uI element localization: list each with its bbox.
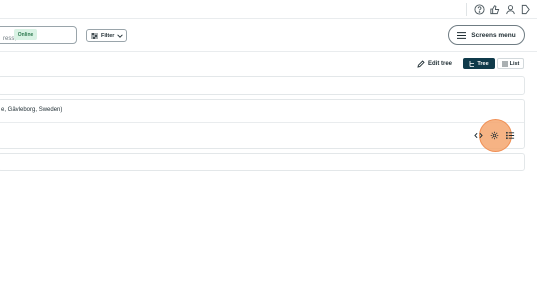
pencil-icon: [417, 60, 425, 68]
list-view-tab[interactable]: List: [497, 58, 524, 69]
bookmark-icon[interactable]: [520, 4, 531, 15]
tree-view-tab[interactable]: Tree: [463, 58, 495, 69]
search-box[interactable]: [0, 26, 77, 47]
filter-label: Filter: [101, 32, 115, 39]
filter-icon: [91, 32, 98, 39]
list-view-label: List: [509, 60, 520, 67]
code-icon[interactable]: [474, 131, 483, 140]
tree-view-label: Tree: [477, 60, 489, 67]
location-label: e, Gävleborg, Sweden): [1, 107, 63, 113]
tree-icon: [469, 60, 475, 67]
filter-button[interactable]: Filter: [86, 29, 127, 42]
header-divider: [0, 51, 537, 52]
search-input[interactable]: [0, 31, 76, 47]
tree-node-row[interactable]: [0, 153, 525, 171]
top-bar: [0, 0, 537, 19]
more-icon[interactable]: [506, 131, 515, 140]
row-divider: [0, 122, 524, 123]
screens-menu-button[interactable]: Screens menu: [448, 25, 525, 45]
tree-node-row[interactable]: [0, 76, 525, 95]
screens-menu-label: Screens menu: [471, 31, 516, 39]
list-icon: [501, 61, 508, 66]
tree-location-group[interactable]: e, Gävleborg, Sweden): [0, 99, 525, 149]
menu-icon: [457, 31, 467, 39]
gear-icon[interactable]: [490, 131, 499, 140]
help-icon[interactable]: [474, 4, 485, 15]
edit-tree-button[interactable]: Edit tree: [417, 59, 452, 69]
thumbs-up-icon[interactable]: [489, 4, 500, 15]
edit-tree-label: Edit tree: [428, 61, 453, 67]
chevron-down-icon: [117, 33, 124, 38]
top-bar-separator: [466, 3, 467, 16]
status-badge: Online: [14, 29, 37, 40]
user-icon[interactable]: [505, 4, 516, 15]
